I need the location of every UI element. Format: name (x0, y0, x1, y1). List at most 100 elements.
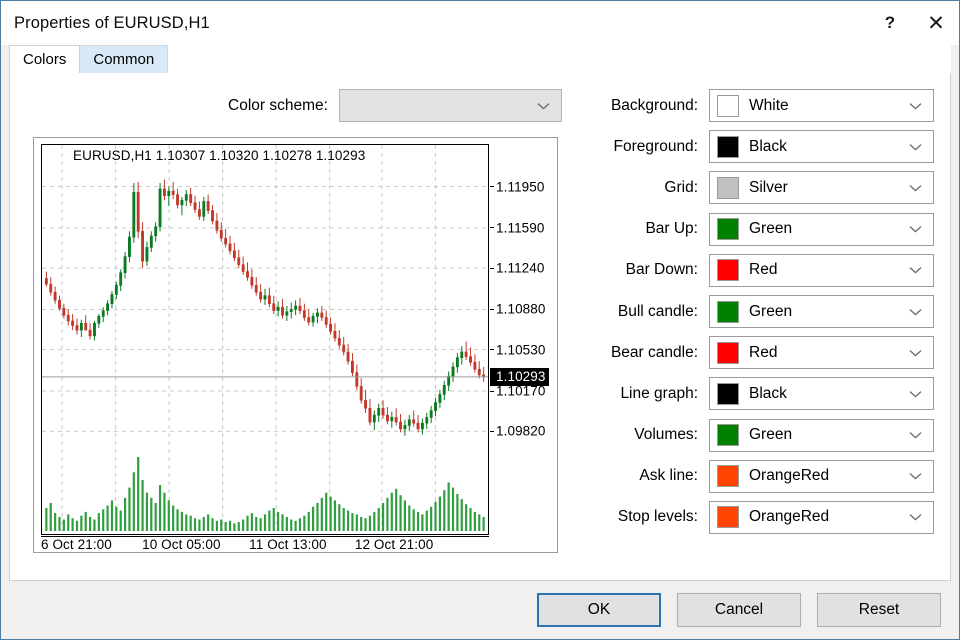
time-tick-label: 10 Oct 05:00 (142, 537, 221, 552)
price-tick-label: 1.11950 (490, 179, 545, 194)
price-tick-label: 1.11240 (490, 261, 545, 276)
color-swatch (717, 135, 739, 158)
tick-dash (490, 227, 494, 229)
color-select[interactable]: Green (709, 418, 934, 452)
color-label: Foreground: (613, 137, 698, 155)
tab-common[interactable]: Common (79, 45, 169, 73)
price-axis: 1.11950 1.11590 1.11240 1.10880 1.10530 1.101… (490, 144, 552, 535)
tab-strip: Colors Common (9, 45, 951, 73)
chevron-down-icon (537, 102, 550, 110)
color-dropdown-list: Background: White Foreground: Black Grid: Sil… (572, 85, 934, 538)
color-scheme-label: Color scheme: (228, 96, 328, 114)
color-swatch (717, 176, 739, 199)
color-label: Bar Down: (625, 261, 698, 279)
chevron-down-icon (909, 143, 922, 151)
color-scheme-select[interactable] (338, 89, 562, 122)
color-select[interactable]: OrangeRed (709, 500, 934, 534)
color-row: Volumes: Green (572, 415, 934, 456)
color-swatch (717, 341, 739, 364)
color-value: Green (749, 302, 793, 320)
color-select[interactable]: Red (709, 253, 934, 287)
color-value: Green (749, 426, 793, 444)
chart-preview: EURUSD,H1 1.10307 1.10320 1.10278 1.1029… (33, 137, 558, 553)
color-swatch (717, 94, 739, 117)
chevron-down-icon (909, 184, 922, 192)
color-row: Line graph: Black (572, 373, 934, 414)
time-axis: 6 Oct 21:00 10 Oct 05:00 11 Oct 13:00 12 Oc… (41, 536, 489, 553)
window-title: Properties of EURUSD,H1 (14, 13, 210, 32)
chart-plot-area: EURUSD,H1 1.10307 1.10320 1.10278 1.1029… (41, 144, 489, 535)
color-value: Red (749, 261, 778, 279)
price-tick-label: 1.09820 (490, 424, 546, 439)
color-swatch (717, 424, 739, 447)
color-label: Bar Up: (645, 220, 698, 238)
color-row: Bar Up: Green (572, 209, 934, 250)
time-tick-label: 6 Oct 21:00 (41, 537, 112, 552)
color-select[interactable]: Silver (709, 171, 934, 205)
tick-dash (490, 186, 494, 188)
color-swatch (717, 300, 739, 323)
color-select[interactable]: White (709, 89, 934, 123)
color-label: Volumes: (634, 426, 698, 444)
color-value: Silver (749, 178, 788, 196)
tick-dash (490, 308, 494, 310)
color-value: Red (749, 343, 778, 361)
time-tick-label: 11 Oct 13:00 (249, 537, 327, 552)
reset-button[interactable]: Reset (817, 593, 941, 627)
color-select[interactable]: Green (709, 212, 934, 246)
color-swatch (717, 506, 739, 529)
candlestick-plot (42, 145, 488, 534)
color-row: Stop levels: OrangeRed (572, 497, 934, 538)
color-row: Ask line: OrangeRed (572, 456, 934, 497)
color-row: Grid: Silver (572, 167, 934, 208)
color-value: OrangeRed (749, 508, 830, 526)
help-icon[interactable]: ? (867, 1, 913, 45)
color-select[interactable]: Black (709, 130, 934, 164)
color-swatch (717, 382, 739, 405)
color-row: Background: White (572, 85, 934, 126)
cancel-button[interactable]: Cancel (677, 593, 801, 627)
color-label: Grid: (664, 178, 698, 196)
color-scheme-row: Color scheme: (228, 89, 562, 122)
chevron-down-icon (909, 431, 922, 439)
tick-dash (490, 267, 494, 269)
color-label: Line graph: (620, 384, 698, 402)
tab-colors[interactable]: Colors (9, 45, 81, 73)
color-swatch (717, 218, 739, 241)
color-swatch (717, 259, 739, 282)
color-value: Black (749, 384, 787, 402)
chevron-down-icon (909, 308, 922, 316)
properties-dialog: Properties of EURUSD,H1 ? ✕ Colors Commo… (0, 0, 960, 640)
color-label: Ask line: (639, 467, 698, 485)
current-price-caret (546, 368, 549, 386)
color-select[interactable]: OrangeRed (709, 459, 934, 493)
color-row: Foreground: Black (572, 126, 934, 167)
price-tick-label: 1.11590 (490, 220, 545, 235)
color-value: White (749, 96, 789, 114)
time-tick-label: 12 Oct 21:00 (354, 537, 434, 552)
title-bar: Properties of EURUSD,H1 ? ✕ (1, 1, 959, 45)
color-value: Green (749, 220, 793, 238)
chart-ohlc-header: EURUSD,H1 1.10307 1.10320 1.10278 1.1029… (73, 148, 366, 163)
preview-column: Color scheme: EURUSD,H1 1.10307 1.10320 … (10, 73, 572, 580)
color-row: Bear candle: Red (572, 332, 934, 373)
color-select[interactable]: Green (709, 295, 934, 329)
tick-dash (490, 390, 494, 392)
price-tick-label: 1.10530 (490, 342, 546, 357)
price-tick-label: 1.10880 (490, 302, 546, 317)
color-value: Black (749, 137, 787, 155)
ok-button[interactable]: OK (537, 593, 661, 627)
color-label: Bear candle: (610, 343, 698, 361)
chevron-down-icon (909, 472, 922, 480)
color-select[interactable]: Black (709, 377, 934, 411)
color-row: Bar Down: Red (572, 250, 934, 291)
chevron-down-icon (909, 513, 922, 522)
dialog-footer: OK Cancel Reset (1, 581, 959, 639)
color-label: Bull candle: (617, 302, 698, 320)
color-label: Background: (610, 96, 698, 114)
tab-page-colors: Color scheme: EURUSD,H1 1.10307 1.10320 … (9, 73, 951, 581)
color-select[interactable]: Red (709, 336, 934, 370)
color-value: OrangeRed (749, 467, 830, 485)
close-icon[interactable]: ✕ (913, 1, 959, 45)
chevron-down-icon (909, 349, 922, 357)
